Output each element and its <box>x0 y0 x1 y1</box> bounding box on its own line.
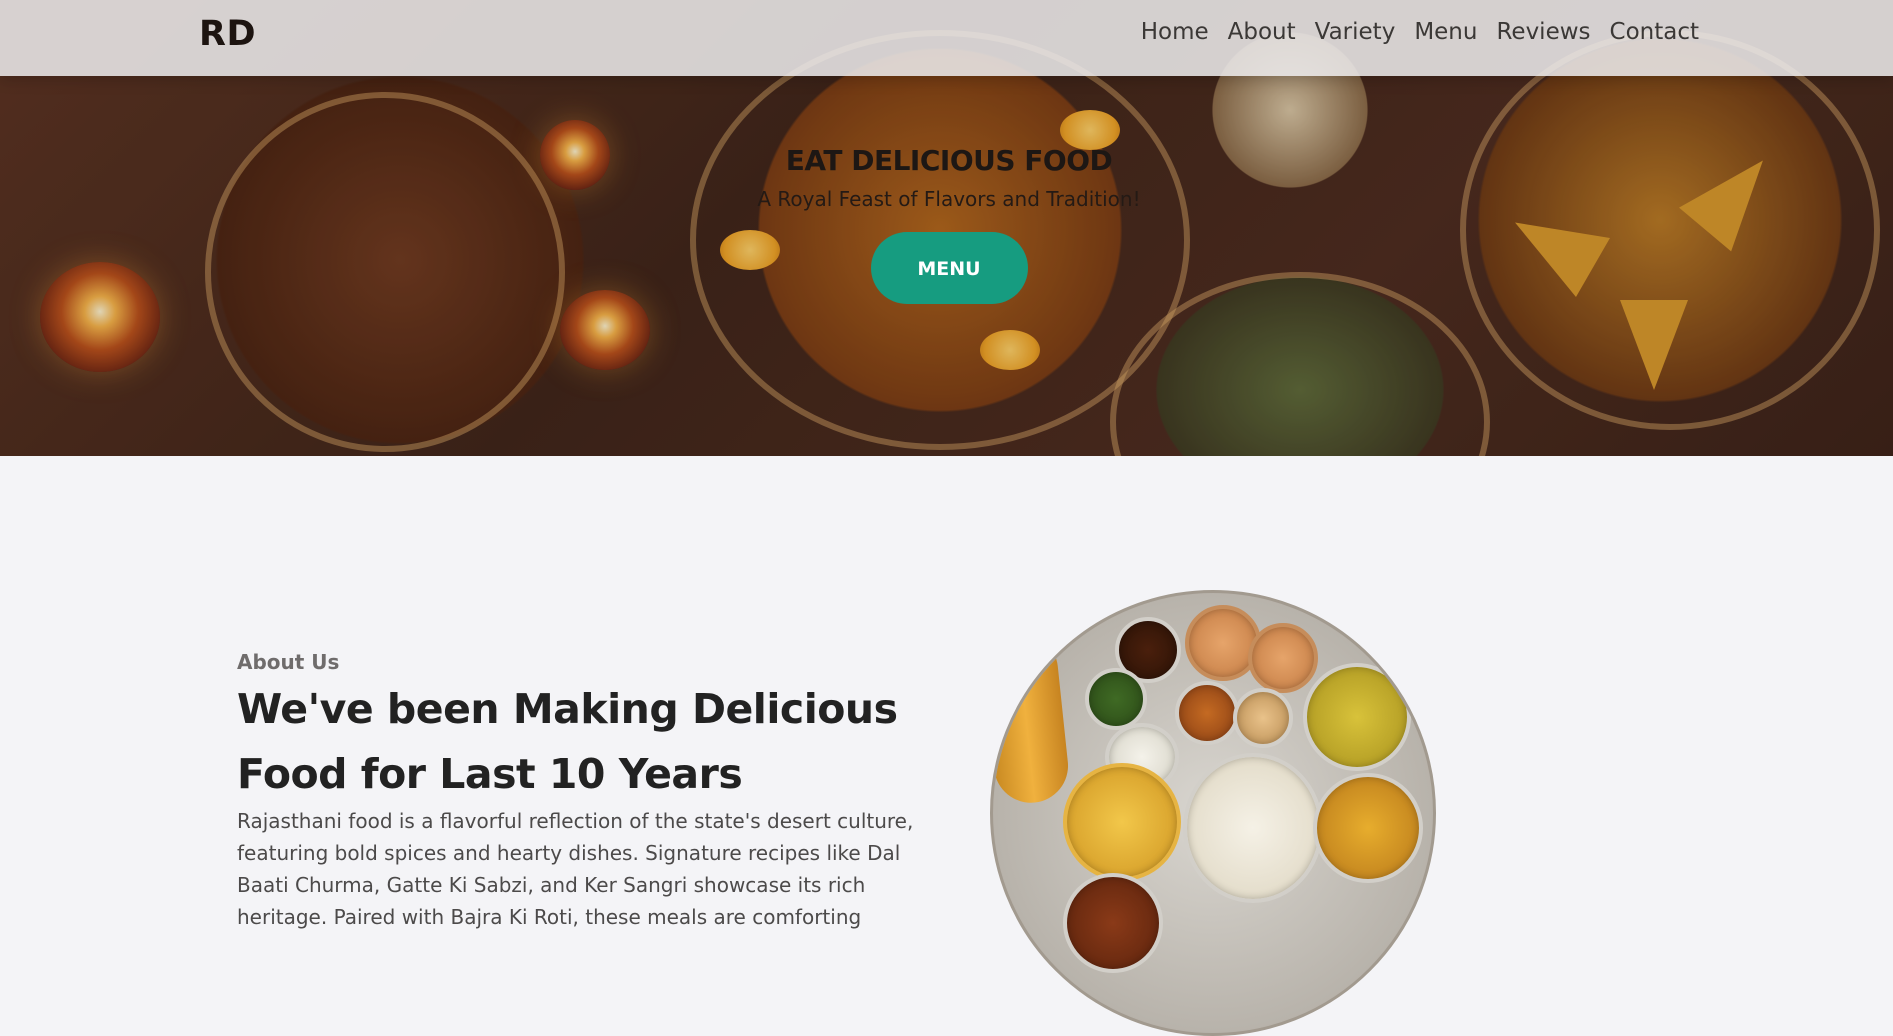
thali-corn-pakora <box>993 629 1072 807</box>
menu-button[interactable]: MENU <box>870 232 1028 304</box>
thali-bowl-sabzi <box>1175 681 1239 745</box>
thali-bowl-dal <box>1303 663 1411 771</box>
thali-bowl-chutney-green <box>1085 668 1147 730</box>
nav-link-menu[interactable]: Menu <box>1414 19 1477 45</box>
about-label: About Us <box>237 650 340 674</box>
nav-link-about[interactable]: About <box>1228 19 1296 45</box>
about-heading: We've been Making Delicious Food for Las… <box>237 685 898 798</box>
hero-content: EAT DELICIOUS FOOD A Royal Feast of Flav… <box>0 144 1893 304</box>
navbar: RD Home About Variety Menu Reviews Conta… <box>0 0 1893 76</box>
thali-bowl-kadhi <box>1313 773 1423 883</box>
hero-subtitle: A Royal Feast of Flavors and Tradition! <box>757 187 1141 211</box>
thali-bowl-curry <box>1063 873 1163 973</box>
nav-link-reviews[interactable]: Reviews <box>1496 19 1590 45</box>
thali-bowl-rice <box>1183 753 1323 903</box>
nav-link-home[interactable]: Home <box>1141 19 1209 45</box>
thali-bowl-clay-2 <box>1248 623 1318 693</box>
thali-roti <box>1063 763 1181 881</box>
nav-link-variety[interactable]: Variety <box>1315 19 1396 45</box>
site-logo[interactable]: RD <box>199 14 256 54</box>
about-text: Rajasthani food is a flavorful reflectio… <box>237 809 914 929</box>
thali-image <box>990 590 1436 1036</box>
nav-links: Home About Variety Menu Reviews Contact <box>1141 19 1699 45</box>
hero-title: EAT DELICIOUS FOOD <box>785 144 1113 177</box>
nav-link-contact[interactable]: Contact <box>1610 19 1699 45</box>
thali-bowl-mix <box>1233 688 1293 748</box>
